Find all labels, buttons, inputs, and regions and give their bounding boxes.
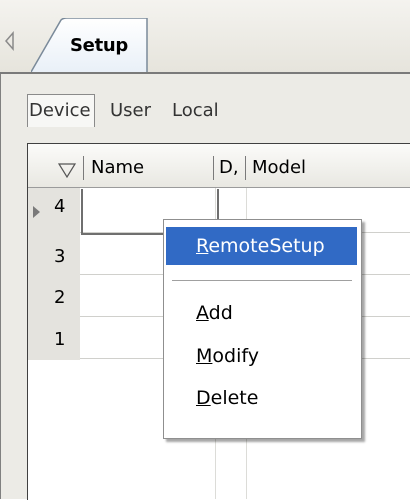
scroll-left-icon[interactable] bbox=[3, 30, 17, 52]
menu-item-add[interactable]: Add bbox=[196, 302, 233, 324]
header-divider bbox=[245, 156, 246, 180]
subtab-user[interactable]: User bbox=[110, 100, 151, 121]
table-row[interactable]: 2 bbox=[54, 287, 65, 308]
table-row[interactable]: 3 bbox=[54, 246, 65, 267]
header-divider bbox=[83, 156, 84, 180]
mnemonic: M bbox=[196, 345, 213, 367]
mnemonic: D bbox=[196, 387, 211, 409]
menu-label-rest: dd bbox=[208, 302, 233, 324]
menu-item-delete[interactable]: Delete bbox=[196, 387, 258, 409]
menu-label-rest: odify bbox=[212, 345, 259, 367]
tab-setup-label: Setup bbox=[70, 35, 128, 56]
header-divider bbox=[213, 156, 214, 180]
row-selected-icon bbox=[33, 206, 40, 218]
subtab-local[interactable]: Local bbox=[172, 100, 219, 121]
column-header-model[interactable]: Model bbox=[252, 157, 306, 178]
menu-item-remotesetup-label: RemoteSetup bbox=[196, 235, 325, 257]
table-row[interactable]: 1 bbox=[54, 329, 65, 350]
menu-item-modify[interactable]: Modify bbox=[196, 345, 259, 367]
column-header-d[interactable]: D, bbox=[219, 157, 239, 178]
column-header-name[interactable]: Name bbox=[91, 157, 144, 178]
subtab-device-label: Device bbox=[29, 100, 91, 121]
menu-separator-highlight bbox=[172, 281, 352, 282]
mnemonic: A bbox=[196, 302, 209, 324]
menu-label-rest: elete bbox=[210, 387, 259, 409]
filter-icon[interactable] bbox=[58, 162, 76, 178]
table-row[interactable]: 4 bbox=[54, 196, 65, 217]
menu-label-rest: emoteSetup bbox=[208, 235, 325, 257]
mnemonic: R bbox=[196, 235, 209, 257]
